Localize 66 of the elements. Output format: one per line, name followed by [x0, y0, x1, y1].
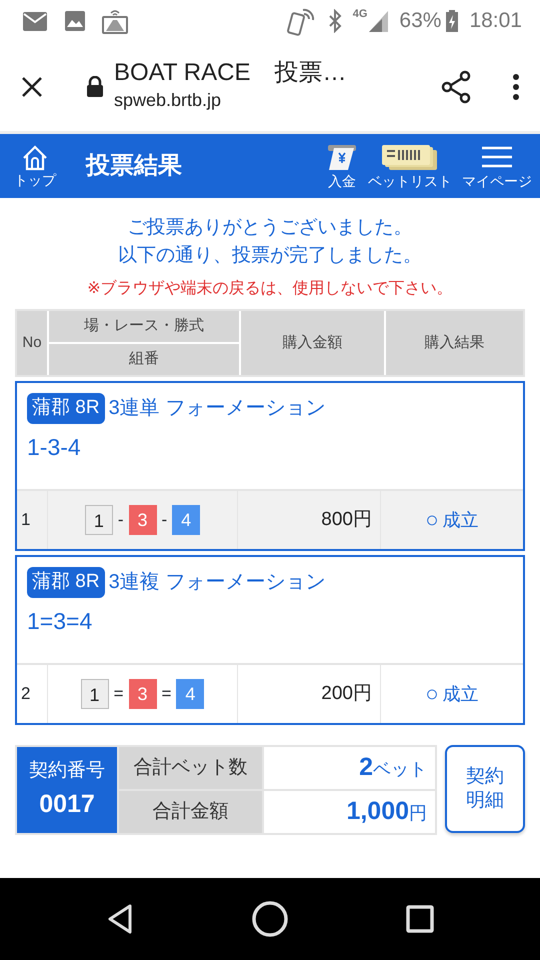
boat-number: 1 — [84, 505, 113, 536]
header-action[interactable]: 入金 — [326, 144, 358, 188]
lock-icon — [86, 76, 104, 98]
bet-type: 3連複 フォーメーション — [108, 570, 326, 596]
boat-number: 3 — [128, 505, 156, 536]
row-number: 2 — [21, 683, 30, 706]
details-button[interactable]: 契約明細 — [445, 745, 525, 834]
boat-number: 3 — [128, 679, 156, 710]
boat-number: 4 — [172, 505, 200, 536]
battery-percent: 63% — [399, 8, 442, 34]
mail-icon — [22, 10, 48, 32]
back-icon[interactable] — [106, 903, 134, 935]
home-icon[interactable] — [250, 900, 289, 938]
separator: - — [118, 509, 124, 532]
separator: = — [162, 683, 172, 706]
contract-number: 0017 — [38, 788, 96, 820]
column-header: 組番 — [49, 344, 239, 376]
status-time: 18:01 — [469, 8, 522, 34]
recents-icon[interactable] — [406, 905, 434, 933]
column-header: 購入金額 — [241, 311, 384, 376]
amount-text: 200円 — [321, 682, 372, 706]
boat-number: 1 — [80, 679, 109, 710]
contract-label: 契約番号 — [28, 759, 106, 784]
amount-text: 800円 — [321, 508, 372, 532]
header-action[interactable]: マイページ — [462, 144, 532, 188]
boat-number: 4 — [176, 679, 204, 710]
ticket-icon — [326, 144, 358, 172]
result-text: 成立 — [442, 508, 479, 532]
thanks-message: ご投票ありがとうございました。 — [126, 216, 414, 240]
summary-value: 1,000円 — [346, 796, 427, 828]
page-url: spweb.brtb.jp — [114, 89, 222, 112]
result-mark: ○ — [425, 683, 439, 706]
more-icon[interactable] — [512, 72, 520, 100]
row-number: 1 — [21, 509, 30, 532]
network-type: 4G — [352, 9, 368, 20]
header-title: 投票結果 — [86, 151, 183, 181]
bluetooth-icon — [326, 9, 343, 33]
home-icon — [21, 145, 49, 171]
header-action[interactable]: ベットリスト — [368, 144, 452, 188]
summary-value: 2ベット — [359, 752, 427, 784]
combination-text: 1=3=4 — [27, 606, 94, 636]
warning-text: ※ブラウザや端末の戻るは、使用しないで下さい。 — [86, 278, 454, 300]
tv-icon — [102, 8, 128, 34]
column-header: 場・レース・勝式 — [49, 311, 239, 342]
cards-icon — [381, 144, 439, 172]
result-mark: ○ — [425, 509, 439, 532]
share-icon[interactable] — [440, 70, 472, 104]
close-icon[interactable] — [20, 74, 44, 98]
result-text: 成立 — [442, 682, 479, 706]
column-header: 購入結果 — [386, 311, 523, 376]
bet-type: 3連単 フォーメーション — [108, 396, 326, 422]
thanks-message: 以下の通り、投票が完了しました。 — [117, 244, 423, 268]
image-icon — [64, 10, 86, 32]
venue-badge: 蒲郡 8R — [27, 393, 105, 424]
summary-label: 合計金額 — [119, 791, 262, 834]
separator: = — [114, 683, 124, 706]
home-button[interactable]: トップ — [14, 145, 56, 187]
summary-label: 合計ベット数 — [119, 747, 262, 790]
page-title: BOAT RACE 投票… — [114, 58, 348, 88]
nfc-phone-icon — [286, 6, 317, 36]
battery-icon — [445, 9, 460, 33]
column-header: No — [17, 311, 47, 376]
combination-text: 1-3-4 — [27, 432, 82, 462]
signal-icon — [367, 9, 390, 33]
venue-badge: 蒲郡 8R — [27, 567, 105, 598]
separator: - — [162, 509, 168, 532]
